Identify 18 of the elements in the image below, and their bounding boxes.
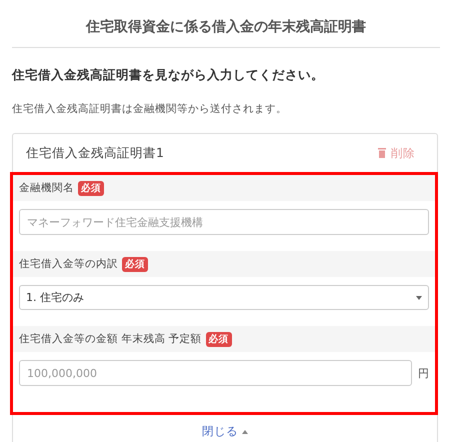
field-label: 住宅借入金等の金額 年末残高 予定額 (19, 332, 202, 346)
caret-icon (242, 430, 248, 434)
caret-icon (416, 296, 422, 300)
required-badge: 必須 (206, 332, 232, 346)
select-dropdown[interactable]: 1. 住宅のみ (19, 285, 429, 310)
close-link[interactable]: 閉じる (202, 424, 248, 439)
input-field[interactable]: マネーフォワード住宅金融支援機構 (19, 209, 429, 235)
amount-field[interactable]: 100,000,000 (19, 360, 412, 386)
note-text: 住宅借入金残高証明書は金融機関等から送付されます。 (11, 102, 288, 116)
instruction-text: 住宅借入金残高証明書を見ながら入力してください。 (10, 66, 325, 84)
card-title: 住宅借入金残高証明書1 (26, 144, 164, 162)
field-label: 住宅借入金等の内訳 (19, 257, 118, 271)
unit-label: 円 (418, 366, 429, 380)
required-badge: 必須 (78, 180, 104, 196)
trash-icon (378, 148, 386, 158)
required-badge: 必須 (122, 256, 148, 272)
field-label: 金融機関名 (19, 181, 74, 195)
page-title: 住宅取得資金に係る借入金の年末残高証明書 (12, 0, 440, 48)
